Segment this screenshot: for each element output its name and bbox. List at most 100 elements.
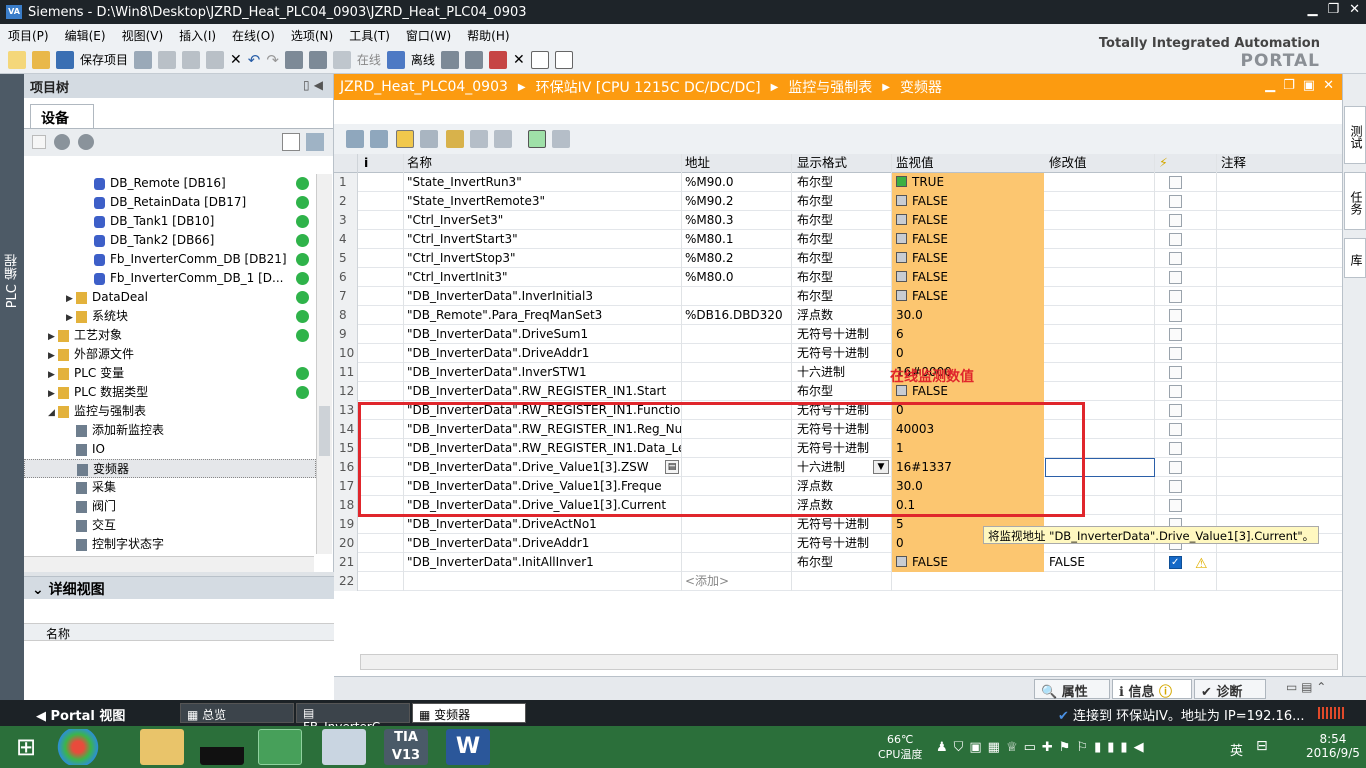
row-info[interactable] [358, 173, 404, 192]
cell-modify-checkbox[interactable] [1155, 420, 1217, 439]
copy-icon[interactable] [182, 50, 201, 69]
modify-checkbox[interactable] [1169, 309, 1182, 322]
row-info[interactable] [358, 249, 404, 268]
cell-comment[interactable] [1217, 192, 1342, 211]
portal-tab-watch[interactable]: ▦ 变频器 [412, 703, 526, 723]
tree-item[interactable]: DB_Remote [DB16] [24, 174, 316, 193]
modify-now-icon[interactable] [446, 130, 464, 148]
row-number[interactable]: 4 [334, 230, 358, 249]
cell-name[interactable]: "DB_InverterData".DriveAddr1 [404, 344, 682, 363]
table-row[interactable]: 3 "Ctrl_InverSet3" %M80.3 布尔型 FALSE [334, 211, 1342, 230]
tia-portal-app-icon[interactable]: TIA V13 [384, 729, 428, 765]
split-horizontal-icon[interactable] [530, 50, 549, 69]
cell-name[interactable]: "DB_InverterData".InitAllInver1 [404, 553, 682, 572]
cell-comment[interactable] [1217, 249, 1342, 268]
cell-modify-checkbox[interactable] [1155, 382, 1217, 401]
cell-name[interactable]: "DB_InverterData".DriveAddr1 [404, 534, 682, 553]
ime-indicator[interactable]: 英 [1230, 740, 1243, 759]
breadcrumb-item[interactable]: JZRD_Heat_PLC04_0903 [340, 79, 508, 95]
table-row[interactable]: 1 "State_InvertRun3" %M90.0 布尔型 TRUE [334, 173, 1342, 192]
cross-ref-icon[interactable]: ✕ [513, 52, 525, 68]
overview-icon[interactable] [282, 133, 300, 151]
menu-item-5[interactable]: 选项(N) [291, 27, 333, 44]
row-number[interactable]: 3 [334, 211, 358, 230]
editor-maximize-icon[interactable]: ▣ [1303, 78, 1315, 93]
breadcrumb-item[interactable]: 监控与强制表 [788, 77, 872, 97]
row-number[interactable]: 6 [334, 268, 358, 287]
row-info[interactable] [358, 572, 404, 591]
row-number[interactable]: 9 [334, 325, 358, 344]
column-header-name[interactable]: 名称 [404, 154, 682, 173]
cell-comment[interactable] [1217, 382, 1342, 401]
row-info[interactable] [358, 211, 404, 230]
cell-modify-checkbox[interactable] [1155, 268, 1217, 287]
row-info[interactable] [358, 230, 404, 249]
row-number[interactable]: 22 [334, 572, 358, 591]
table-row[interactable]: 12 "DB_InverterData".RW_REGISTER_IN1.Star… [334, 382, 1342, 401]
forward-icon[interactable] [78, 134, 94, 150]
row-number[interactable]: 13 [334, 401, 358, 420]
enable-peripheral-icon[interactable] [494, 130, 512, 148]
tree-item[interactable]: ▶ 系统块 [24, 307, 316, 326]
row-info[interactable] [358, 325, 404, 344]
tree-item[interactable]: Fb_InverterComm_DB [DB21] [24, 250, 316, 269]
cell-name[interactable]: "State_InvertRun3" [404, 173, 682, 192]
print-icon[interactable] [134, 50, 153, 69]
cell-modify-value[interactable] [1045, 211, 1155, 230]
app-icon[interactable] [200, 729, 244, 765]
modify-checkbox[interactable] [1169, 271, 1182, 284]
cell-comment[interactable] [1217, 306, 1342, 325]
detail-column-name[interactable]: 名称 [24, 623, 334, 641]
tree-item[interactable]: 变频器 [24, 459, 316, 478]
cell-name[interactable]: "State_InvertRemote3" [404, 192, 682, 211]
modify-checkbox[interactable] [1169, 442, 1182, 455]
close-icon[interactable]: ✕ [1349, 2, 1360, 17]
menu-item-3[interactable]: 插入(I) [179, 27, 216, 44]
add-device-icon[interactable] [32, 135, 46, 149]
cell-comment[interactable] [1217, 325, 1342, 344]
modify-checkbox[interactable] [1169, 214, 1182, 227]
cell-comment[interactable] [1217, 287, 1342, 306]
row-info[interactable] [358, 192, 404, 211]
cell-address[interactable] [682, 382, 792, 401]
table-row[interactable]: 10 "DB_InverterData".DriveAddr1 无符号十进制 0 [334, 344, 1342, 363]
tree-item[interactable]: ◢ 监控与强制表 [24, 402, 316, 421]
cell-name[interactable]: "DB_InverterData".InverInitial3 [404, 287, 682, 306]
start-cpu-icon[interactable] [464, 50, 483, 69]
redo-icon[interactable]: ↷ [266, 51, 279, 69]
cell-address[interactable] [682, 553, 792, 572]
cell-modify-checkbox[interactable] [1155, 249, 1217, 268]
cell-name[interactable]: "DB_InverterData".DriveActNo1 [404, 515, 682, 534]
start-button[interactable]: ⊞ [2, 729, 50, 765]
column-header-chk[interactable]: ⚡ [1155, 154, 1217, 173]
cell-modify-checkbox[interactable] [1155, 230, 1217, 249]
modify-checkbox[interactable] [1169, 404, 1182, 417]
new-project-icon[interactable] [8, 50, 26, 69]
download-icon[interactable] [284, 50, 303, 69]
cell-modify-checkbox[interactable] [1155, 192, 1217, 211]
row-info[interactable] [358, 382, 404, 401]
cut-icon[interactable] [158, 50, 177, 69]
tree-item[interactable]: ▶ 外部源文件 [24, 345, 316, 364]
table-row[interactable]: 7 "DB_InverterData".InverInitial3 布尔型 FALSE [334, 287, 1342, 306]
cell-address[interactable]: <添加> [682, 572, 792, 591]
modify-checkbox[interactable] [1169, 499, 1182, 512]
cell-comment[interactable] [1217, 401, 1342, 420]
cell-modify-value[interactable] [1045, 249, 1155, 268]
cell-name[interactable] [404, 572, 682, 591]
cell-modify-value[interactable] [1045, 382, 1155, 401]
table-row[interactable]: 5 "Ctrl_InvertStop3" %M80.2 布尔型 FALSE [334, 249, 1342, 268]
insert-row-icon[interactable] [346, 130, 364, 148]
tree-item[interactable]: 采集 [24, 478, 316, 497]
row-number[interactable]: 16 [334, 458, 358, 477]
cell-format[interactable]: 无符号十进制 [792, 325, 892, 344]
tab-info[interactable]: ℹ 信息 ⓘ [1112, 679, 1192, 700]
cell-format[interactable]: 布尔型 [792, 192, 892, 211]
row-number[interactable]: 11 [334, 363, 358, 382]
table-row[interactable]: 9 "DB_InverterData".DriveSum1 无符号十进制 6 [334, 325, 1342, 344]
cell-comment[interactable] [1217, 344, 1342, 363]
cell-modify-checkbox[interactable] [1155, 211, 1217, 230]
row-number[interactable]: 14 [334, 420, 358, 439]
cell-format[interactable]: 十六进制 [792, 363, 892, 382]
cell-modify-value[interactable] [1045, 572, 1155, 591]
